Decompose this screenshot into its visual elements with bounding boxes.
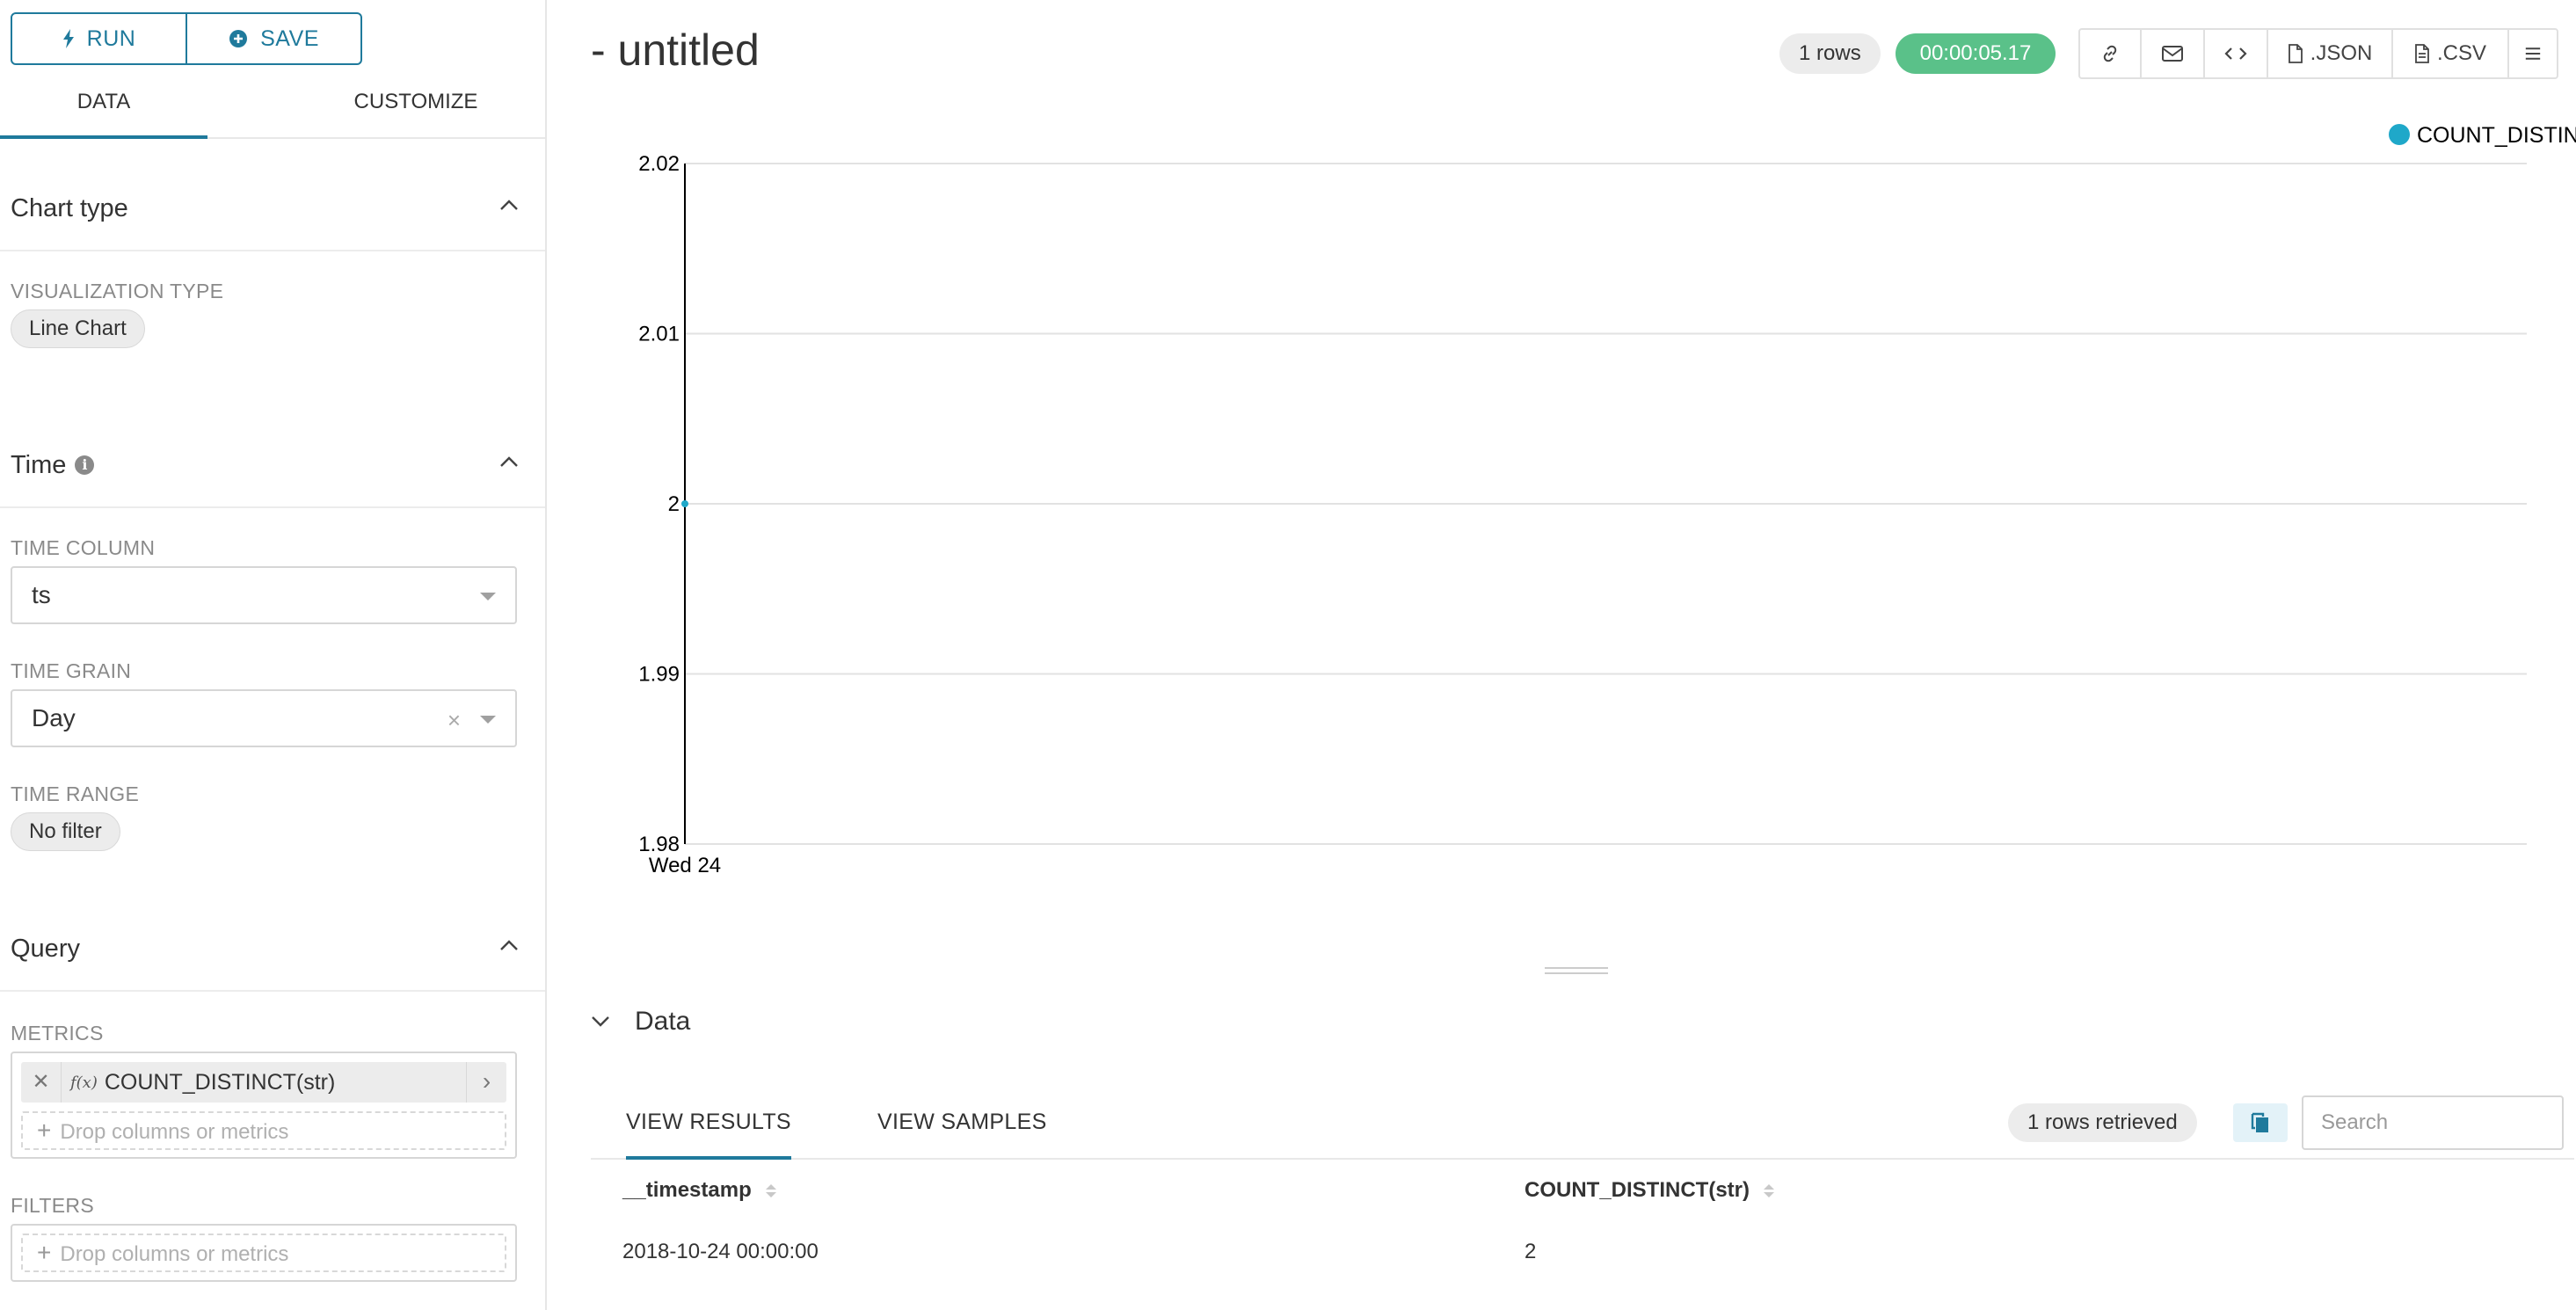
metrics-control: ✕ f(x) COUNT_DISTINCT(str) › + Drop colum… xyxy=(11,1052,517,1159)
function-icon: f(x) xyxy=(70,1073,98,1092)
chevron-down-icon xyxy=(592,1016,609,1027)
embed-code-button[interactable] xyxy=(2205,30,2268,77)
control-panel-sidebar: RUN SAVE DATA CUSTOMIZE Chart type VISUA… xyxy=(0,0,547,1310)
page-title[interactable]: - untitled xyxy=(591,25,760,76)
data-panel-title: Data xyxy=(635,1007,691,1036)
time-range-label: TIME RANGE xyxy=(11,782,140,805)
legend-marker xyxy=(2389,124,2410,145)
data-panel-header[interactable]: Data xyxy=(591,1007,690,1037)
run-button[interactable]: RUN xyxy=(12,14,186,63)
sort-icon[interactable] xyxy=(765,1183,776,1197)
plus-icon: + xyxy=(37,1117,52,1144)
export-csv-label: .CSV xyxy=(2436,41,2486,65)
time-grain-value: Day xyxy=(32,704,76,731)
resize-drag-handle[interactable] xyxy=(1545,967,1608,974)
chevron-up-icon xyxy=(500,200,518,210)
row-count-badge: 1 rows xyxy=(1779,33,1881,74)
run-button-label: RUN xyxy=(86,25,136,51)
export-json-label: .JSON xyxy=(2310,41,2373,65)
chevron-up-icon xyxy=(500,456,518,467)
metrics-label: METRICS xyxy=(11,1022,104,1044)
y-tick-label: 2 xyxy=(668,492,680,516)
export-csv-button[interactable]: .CSV xyxy=(2393,30,2509,77)
chart-workspace: - untitled 1 rows 00:00:05.17 .JSON .CSV… xyxy=(549,0,2576,1310)
hamburger-menu-icon xyxy=(2525,47,2541,60)
file-icon xyxy=(2288,44,2303,63)
filters-drop-placeholder: Drop columns or metrics xyxy=(60,1242,289,1266)
filters-drop-zone[interactable]: + Drop columns or metrics xyxy=(21,1234,506,1272)
save-button[interactable]: SAVE xyxy=(186,14,360,63)
clear-icon[interactable]: × xyxy=(448,693,461,747)
file-icon xyxy=(2415,44,2429,63)
search-input[interactable] xyxy=(2302,1095,2564,1150)
visualization-type-label: VISUALIZATION TYPE xyxy=(11,280,224,302)
time-range-select[interactable]: No filter xyxy=(11,812,120,851)
info-icon[interactable]: i xyxy=(75,455,95,475)
chevron-up-icon xyxy=(500,940,518,950)
metric-chip[interactable]: ✕ f(x) COUNT_DISTINCT(str) › xyxy=(21,1062,506,1103)
bolt-icon xyxy=(62,29,74,48)
column-header-count-distinct[interactable]: COUNT_DISTINCT(str) xyxy=(1524,1178,1774,1203)
query-section-header[interactable]: Query xyxy=(0,907,545,992)
legend-label: COUNT_DISTINCT(str) xyxy=(2417,123,2576,148)
run-save-button-group: RUN SAVE xyxy=(11,12,362,65)
y-tick-label: 2.01 xyxy=(638,323,680,346)
metric-chip-label: COUNT_DISTINCT(str) xyxy=(104,1069,336,1095)
copy-link-button[interactable] xyxy=(2080,30,2142,77)
more-menu-button[interactable] xyxy=(2509,30,2557,77)
filters-label: FILTERS xyxy=(11,1194,94,1217)
caret-down-icon xyxy=(480,716,496,724)
column-header-timestamp[interactable]: __timestamp xyxy=(622,1178,776,1203)
remove-icon[interactable]: ✕ xyxy=(21,1062,62,1103)
tab-view-samples[interactable]: VIEW SAMPLES xyxy=(877,1095,1047,1149)
query-timer-badge: 00:00:05.17 xyxy=(1896,33,2056,74)
sidebar-tabs: DATA CUSTOMIZE xyxy=(0,74,545,139)
action-toolbar: .JSON .CSV xyxy=(2078,28,2558,79)
chart-type-section-header[interactable]: Chart type xyxy=(0,167,545,251)
plus-icon: + xyxy=(37,1239,52,1266)
y-tick-label: 2.02 xyxy=(638,152,680,176)
metrics-drop-zone[interactable]: + Drop columns or metrics xyxy=(21,1111,506,1150)
x-tick-label: Wed 24 xyxy=(649,854,721,877)
chart-type-section-title: Chart type xyxy=(11,193,128,222)
data-point xyxy=(681,500,688,507)
filters-control: + Drop columns or metrics xyxy=(11,1224,517,1282)
time-column-select[interactable]: ts xyxy=(11,566,517,624)
tab-data[interactable]: DATA xyxy=(0,74,207,139)
link-icon xyxy=(2103,45,2117,62)
table-cell: 2 xyxy=(1524,1240,1537,1263)
time-section-header[interactable]: Time i xyxy=(0,424,545,508)
rows-retrieved-badge: 1 rows retrieved xyxy=(2008,1103,2197,1142)
caret-down-icon xyxy=(480,593,496,600)
y-tick-label: 1.99 xyxy=(638,663,680,687)
share-email-button[interactable] xyxy=(2142,30,2205,77)
visualization-type-select[interactable]: Line Chart xyxy=(11,309,145,348)
mail-icon xyxy=(2162,46,2183,62)
tab-view-results[interactable]: VIEW RESULTS xyxy=(626,1095,791,1160)
chevron-right-icon[interactable]: › xyxy=(466,1062,506,1103)
column-header-label: __timestamp xyxy=(622,1178,752,1202)
copy-icon xyxy=(2251,1112,2268,1132)
sort-icon[interactable] xyxy=(1764,1183,1774,1197)
line-chart: 2.02 2.01 2 1.99 1.98Wed 24 COUNT_DISTINCT(st… xyxy=(638,123,2576,877)
plus-circle-icon xyxy=(229,30,248,47)
time-column-label: TIME COLUMN xyxy=(11,536,156,559)
save-button-label: SAVE xyxy=(260,25,319,51)
y-tick-label: 1.98 xyxy=(638,833,680,856)
copy-to-clipboard-button[interactable] xyxy=(2233,1103,2288,1142)
table-cell: 2018-10-24 00:00:00 xyxy=(622,1240,819,1263)
export-json-button[interactable]: .JSON xyxy=(2268,30,2393,77)
time-column-value: ts xyxy=(32,581,51,608)
code-icon xyxy=(2224,47,2247,60)
query-section-title: Query xyxy=(11,934,80,963)
tab-customize[interactable]: CUSTOMIZE xyxy=(207,74,545,137)
column-header-label: COUNT_DISTINCT(str) xyxy=(1524,1178,1750,1202)
metrics-drop-placeholder: Drop columns or metrics xyxy=(60,1120,289,1144)
time-section-title: Time xyxy=(11,450,67,479)
time-grain-select[interactable]: Day × xyxy=(11,689,517,747)
time-grain-label: TIME GRAIN xyxy=(11,659,132,682)
